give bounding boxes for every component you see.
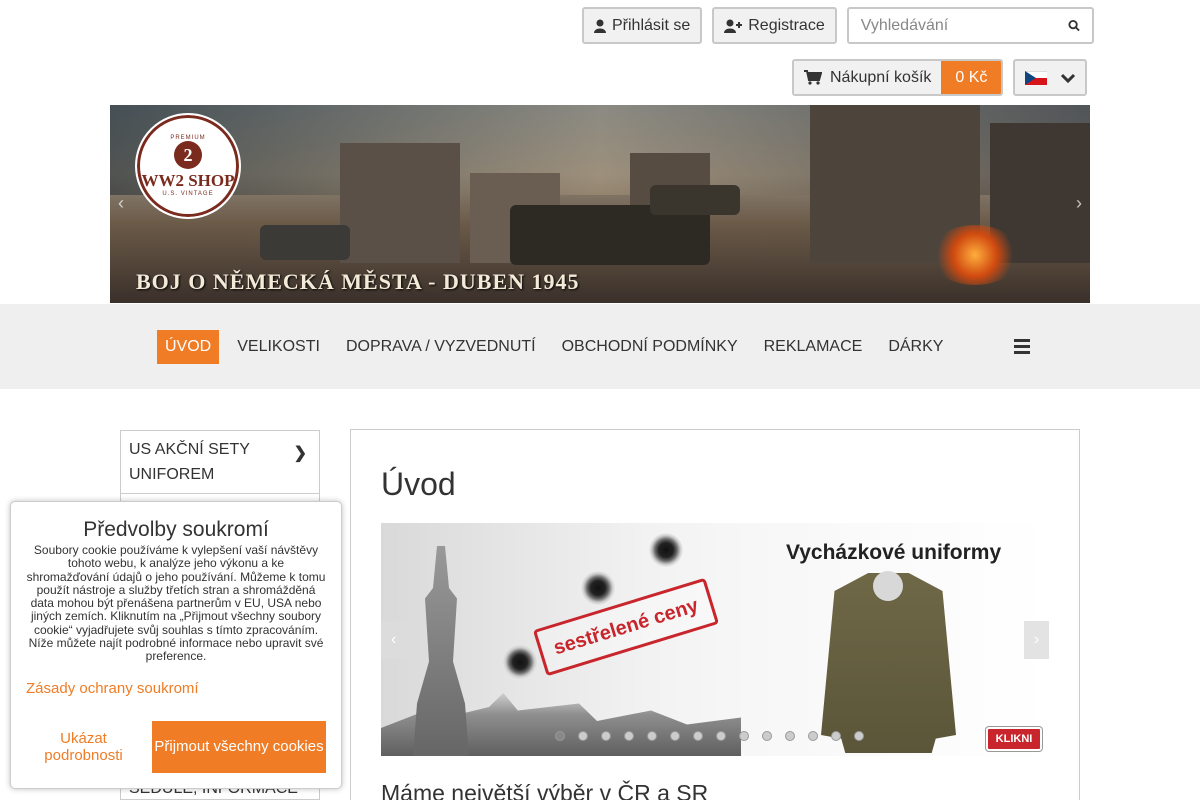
czech-flag-icon <box>1025 70 1048 85</box>
slider-dot[interactable] <box>578 731 588 741</box>
banner-building <box>340 143 460 263</box>
ww2-shop-logo[interactable]: PREMIUM 2 WW2 SHOP U.S. VINTAGE <box>135 113 241 219</box>
cart-price: 0 Kč <box>941 61 1002 94</box>
nav-item-doprava[interactable]: DOPRAVA / VYZVEDNUTÍ <box>338 330 544 364</box>
user-icon <box>594 19 606 33</box>
section-heading: Máme největší výběr v ČR a SR <box>381 780 709 800</box>
slider-dot[interactable] <box>785 731 795 741</box>
slider-dots <box>555 731 864 741</box>
slider-dot[interactable] <box>739 731 749 741</box>
sidebar-item-label: US AKČNÍ SETY UNIFOREM <box>129 441 250 483</box>
nav-items: ÚVOD VELIKOSTI DOPRAVA / VYZVEDNUTÍ OBCH… <box>157 330 961 364</box>
header-top-row: Přihlásit se Registrace <box>582 7 1094 44</box>
slider-dot[interactable] <box>555 731 565 741</box>
hero-banner[interactable]: PREMIUM 2 WW2 SHOP U.S. VINTAGE Boj o ně… <box>110 105 1090 303</box>
nav-item-velikosti[interactable]: VELIKOSTI <box>229 330 328 364</box>
slider-dot[interactable] <box>601 731 611 741</box>
logo-number: 2 <box>174 141 202 169</box>
nav-item-obchodni-podminky[interactable]: OBCHODNÍ PODMÍNKY <box>554 330 746 364</box>
register-label: Registrace <box>748 16 825 34</box>
sidebar-item-us-akcni-sety[interactable]: US AKČNÍ SETY UNIFOREM ❯ <box>121 431 319 494</box>
cart-button[interactable]: Nákupní košík 0 Kč <box>792 59 1004 96</box>
bullet-hole <box>649 533 683 567</box>
login-label: Přihlásit se <box>612 16 691 34</box>
logo-bottom-text: U.S. VINTAGE <box>162 191 214 197</box>
cookie-buttons: Ukázat podrobnosti Přijmout všechny cook… <box>26 721 326 773</box>
slider-dot[interactable] <box>831 731 841 741</box>
hamburger-icon[interactable] <box>1014 339 1030 357</box>
slider-dot[interactable] <box>647 731 657 741</box>
user-plus-icon <box>724 19 743 33</box>
bullet-hole <box>581 571 615 605</box>
show-details-button[interactable]: Ukázat podrobnosti <box>26 730 141 764</box>
nav-item-reklamace[interactable]: REKLAMACE <box>756 330 871 364</box>
slider-dot[interactable] <box>693 731 703 741</box>
cookie-consent-dialog: Předvolby soukromí Soubory cookie použív… <box>10 501 342 789</box>
search-input[interactable] <box>860 16 1068 35</box>
banner-tank <box>650 185 740 215</box>
privacy-policy-link[interactable]: Zásady ochrany soukromí <box>26 680 326 697</box>
nav-item-darky[interactable]: DÁRKY <box>880 330 951 364</box>
nav-item-uvod[interactable]: ÚVOD <box>157 330 220 364</box>
cart-label: Nákupní košík <box>830 68 932 86</box>
slide-title: Vycházkové uniformy <box>786 541 1002 564</box>
slider-dot[interactable] <box>854 731 864 741</box>
cookie-text: Soubory cookie používáme k vylepšení vaš… <box>26 543 326 664</box>
slider-dot[interactable] <box>670 731 680 741</box>
promo-slider[interactable]: sestřelené ceny Vycházkové uniformy KLIK… <box>381 523 1049 756</box>
cart-label-box: Nákupní košík <box>794 61 942 94</box>
main-nav: ÚVOD VELIKOSTI DOPRAVA / VYZVEDNUTÍ OBCH… <box>0 304 1200 389</box>
page-title: Úvod <box>381 466 456 502</box>
banner-prev-icon[interactable]: ‹ <box>118 193 124 214</box>
slider-dot[interactable] <box>624 731 634 741</box>
language-selector[interactable] <box>1013 59 1088 96</box>
banner-next-icon[interactable]: › <box>1076 193 1082 214</box>
slider-prev-icon[interactable]: ‹ <box>381 621 406 659</box>
logo-name: WW2 SHOP <box>141 171 235 190</box>
slider-dot[interactable] <box>762 731 772 741</box>
cookie-title: Předvolby soukromí <box>83 518 269 541</box>
cart-icon <box>804 70 822 85</box>
header-bottom-row: Nákupní košík 0 Kč <box>792 59 1088 96</box>
banner-fire <box>930 225 1020 285</box>
register-button[interactable]: Registrace <box>712 7 837 44</box>
banner-caption: Boj o německá města - duben 1945 <box>136 269 580 294</box>
main-content: Úvod sestřelené ceny Vycházkové uniformy… <box>350 429 1080 800</box>
chevron-right-icon: ❯ <box>293 445 307 462</box>
chevron-down-icon <box>1061 73 1076 83</box>
banner-tank <box>260 225 350 260</box>
bullet-hole <box>503 645 537 679</box>
slider-dot[interactable] <box>716 731 726 741</box>
slider-dot[interactable] <box>808 731 818 741</box>
accept-all-cookies-button[interactable]: Přijmout všechny cookies <box>152 721 326 773</box>
search-box <box>846 7 1094 44</box>
login-button[interactable]: Přihlásit se <box>582 7 703 44</box>
slide-stamp: sestřelené ceny <box>532 577 720 677</box>
slide-click-button[interactable]: KLIKNI <box>986 727 1042 751</box>
slide-mannequin <box>873 571 903 601</box>
search-icon[interactable] <box>1068 19 1080 32</box>
slider-next-icon[interactable]: › <box>1024 621 1049 659</box>
